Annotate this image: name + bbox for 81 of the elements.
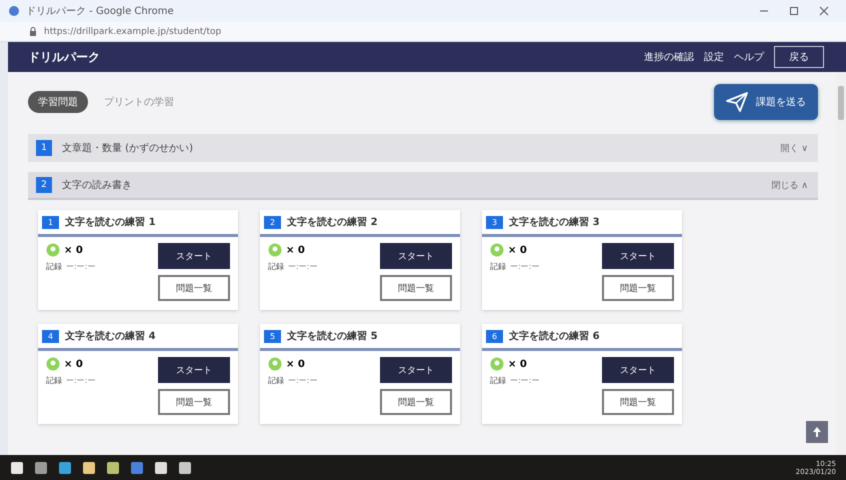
- record-label: 記録: [490, 375, 506, 386]
- card-title: 文字を読むの練習 1: [65, 215, 156, 229]
- record-label: 記録: [46, 261, 62, 272]
- count-text: × 0: [64, 244, 83, 256]
- card-title: 文字を読むの練習 3: [509, 215, 600, 229]
- maximize-icon: [788, 5, 800, 17]
- list-button[interactable]: 問題一覧: [602, 389, 674, 415]
- record-label: 記録: [268, 261, 284, 272]
- record-value: ー:ー:ー: [510, 375, 540, 386]
- record-value: ー:ー:ー: [288, 261, 318, 272]
- record-label: 記録: [268, 375, 284, 386]
- app-icon: [130, 460, 144, 474]
- circle-icon: [46, 357, 60, 371]
- toggle-label: 開く ∨: [780, 142, 808, 154]
- paper-plane-icon: [726, 92, 748, 112]
- section-header[interactable]: 1 文章題・数量 (かずのせかい) 開く ∨: [28, 134, 818, 162]
- record-value: ー:ー:ー: [288, 375, 318, 386]
- header-link[interactable]: ヘルプ: [734, 50, 764, 64]
- start-button[interactable]: スタート: [380, 243, 452, 269]
- toggle-label: 閉じる ∧: [772, 180, 808, 192]
- number-tag: 2: [264, 216, 282, 228]
- number-tag: 3: [486, 216, 504, 228]
- app-icon: [178, 460, 192, 474]
- list-button[interactable]: 問題一覧: [158, 275, 230, 301]
- count-text: × 0: [64, 358, 83, 370]
- record-value: ー:ー:ー: [66, 261, 96, 272]
- count-text: × 0: [508, 358, 527, 370]
- app-title: ドリルパーク: [28, 48, 100, 66]
- card-title: 文字を読むの練習 5: [287, 329, 378, 343]
- number-tag: 1: [42, 216, 60, 228]
- record-label: 記録: [46, 375, 62, 386]
- scroll-top-button[interactable]: [806, 421, 828, 443]
- card-title: 文字を読むの練習 6: [509, 329, 600, 343]
- close-icon: [818, 5, 830, 17]
- section-header[interactable]: 2 文字の読み書き 閉じる ∧: [28, 172, 818, 200]
- circle-icon: [490, 357, 504, 371]
- lock-icon: [28, 26, 38, 36]
- number-tag: 5: [264, 330, 282, 342]
- list-button[interactable]: 問題一覧: [380, 389, 452, 415]
- tab[interactable]: 学習問題: [28, 91, 88, 113]
- app-icon: [10, 460, 24, 474]
- list-button[interactable]: 問題一覧: [380, 275, 452, 301]
- count-text: × 0: [286, 358, 305, 370]
- app-icon: [34, 460, 48, 474]
- circle-icon: [46, 243, 60, 257]
- section-title: 文章題・数量 (かずのせかい): [62, 142, 194, 155]
- app-icon: [154, 460, 168, 474]
- record-value: ー:ー:ー: [66, 375, 96, 386]
- address-field[interactable]: https://drillpark.example.jp/student/top: [44, 26, 222, 36]
- app-icon: [82, 460, 96, 474]
- number-tag: 6: [486, 330, 504, 342]
- count-text: × 0: [286, 244, 305, 256]
- scrollbar-thumb[interactable]: [838, 86, 844, 120]
- send-button[interactable]: 課題を送る: [714, 84, 818, 120]
- record-value: ー:ー:ー: [510, 261, 540, 272]
- list-button[interactable]: 問題一覧: [602, 275, 674, 301]
- start-button[interactable]: スタート: [602, 357, 674, 383]
- card-title: 文字を読むの練習 4: [65, 329, 156, 343]
- number-badge: 2: [36, 177, 52, 193]
- circle-icon: [268, 243, 282, 257]
- count-text: × 0: [508, 244, 527, 256]
- section-title: 文字の読み書き: [62, 178, 133, 192]
- window-title: ドリルパーク - Google Chrome: [26, 5, 175, 18]
- start-button[interactable]: スタート: [158, 243, 230, 269]
- record-label: 記録: [490, 261, 506, 272]
- app-icon: [106, 460, 120, 474]
- browser-icon: [8, 5, 20, 17]
- circle-icon: [268, 357, 282, 371]
- arrow-up-icon: [812, 426, 822, 438]
- header-link[interactable]: 設定: [704, 50, 724, 64]
- start-button[interactable]: スタート: [380, 357, 452, 383]
- number-tag: 4: [42, 330, 60, 342]
- header-link[interactable]: 進捗の確認: [644, 50, 694, 64]
- start-button[interactable]: スタート: [158, 357, 230, 383]
- list-button[interactable]: 問題一覧: [158, 389, 230, 415]
- circle-icon: [490, 243, 504, 257]
- app-icon: [58, 460, 72, 474]
- card-title: 文字を読むの練習 2: [287, 215, 378, 229]
- number-badge: 1: [36, 140, 52, 156]
- start-button[interactable]: スタート: [602, 243, 674, 269]
- back-button[interactable]: 戻る: [774, 46, 824, 68]
